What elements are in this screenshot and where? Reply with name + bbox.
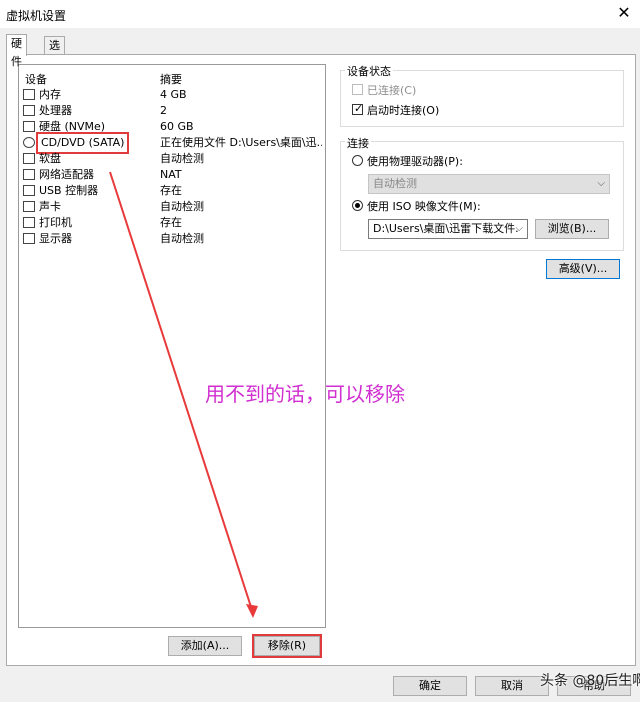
connection-label: 连接 bbox=[345, 135, 371, 151]
browse-button[interactable]: 浏览(B)... bbox=[535, 219, 609, 239]
device-name: 处理器 bbox=[39, 104, 72, 117]
window-title: 虚拟机设置 bbox=[6, 9, 67, 23]
hard-disk-icon bbox=[23, 121, 35, 132]
device-summary: 自动检测 bbox=[160, 200, 204, 213]
column-header-summary: 摘要 bbox=[160, 73, 182, 86]
device-summary: 4 GB bbox=[160, 88, 187, 101]
annotation-text: 用不到的话，可以移除 bbox=[205, 382, 405, 406]
connect-on-power-on-label: 启动时连接(O) bbox=[367, 104, 440, 117]
physical-drive-value: 自动检测 bbox=[373, 177, 417, 190]
device-summary: NAT bbox=[160, 168, 182, 181]
processor-icon bbox=[23, 105, 35, 116]
floppy-icon bbox=[23, 153, 35, 164]
iso-image-radio[interactable] bbox=[352, 200, 363, 211]
sound-card-icon bbox=[23, 201, 35, 212]
device-status-label: 设备状态 bbox=[345, 63, 393, 79]
add-device-button[interactable]: 添加(A)... bbox=[168, 636, 242, 656]
title-bar: 虚拟机设置 ✕ bbox=[0, 0, 640, 28]
device-name: CD/DVD (SATA) bbox=[35, 132, 130, 154]
device-row-memory[interactable]: 内存 4 GB bbox=[19, 87, 325, 103]
device-summary: 正在使用文件 D:\Users\桌面\迅... bbox=[160, 136, 322, 149]
chevron-down-icon: ⌵ bbox=[597, 178, 605, 189]
printer-icon bbox=[23, 217, 35, 228]
device-list[interactable]: 设备 摘要 内存 4 GB 处理器 2 硬盘 (NVMe) 60 GB CD/D… bbox=[18, 64, 326, 628]
device-row-display[interactable]: 显示器 自动检测 bbox=[19, 231, 325, 247]
chevron-down-icon: ⌵ bbox=[515, 223, 523, 234]
connected-checkbox[interactable] bbox=[352, 84, 363, 95]
device-summary: 存在 bbox=[160, 216, 182, 229]
iso-path-select[interactable]: D:\Users\桌面\迅雷下载文件. ⌵ bbox=[368, 219, 528, 239]
memory-icon bbox=[23, 89, 35, 100]
device-summary: 自动检测 bbox=[160, 152, 204, 165]
device-summary: 2 bbox=[160, 104, 167, 117]
iso-image-label: 使用 ISO 映像文件(M): bbox=[367, 200, 481, 213]
device-row-cd-dvd[interactable]: CD/DVD (SATA) 正在使用文件 D:\Users\桌面\迅... bbox=[19, 132, 325, 154]
physical-drive-radio[interactable] bbox=[352, 155, 363, 166]
device-row-processor[interactable]: 处理器 2 bbox=[19, 103, 325, 119]
column-header-device: 设备 bbox=[25, 73, 47, 86]
close-icon[interactable]: ✕ bbox=[614, 3, 634, 23]
device-row-usb-controller[interactable]: USB 控制器 存在 bbox=[19, 183, 325, 199]
advanced-button[interactable]: 高级(V)... bbox=[546, 259, 620, 279]
device-summary: 存在 bbox=[160, 184, 182, 197]
usb-controller-icon bbox=[23, 185, 35, 196]
device-row-printer[interactable]: 打印机 存在 bbox=[19, 215, 325, 231]
display-icon bbox=[23, 233, 35, 244]
physical-drive-select[interactable]: 自动检测 ⌵ bbox=[368, 174, 610, 194]
iso-path-value: D:\Users\桌面\迅雷下载文件. bbox=[373, 222, 519, 235]
device-row-floppy[interactable]: 软盘 自动检测 bbox=[19, 151, 325, 167]
device-row-hard-disk[interactable]: 硬盘 (NVMe) 60 GB bbox=[19, 119, 325, 135]
checkmark-icon: ✓ bbox=[354, 102, 364, 115]
cancel-button[interactable]: 取消 bbox=[475, 676, 549, 696]
ok-button[interactable]: 确定 bbox=[393, 676, 467, 696]
device-name: 硬盘 (NVMe) bbox=[39, 120, 106, 133]
connected-label: 已连接(C) bbox=[367, 84, 417, 97]
device-name: 内存 bbox=[39, 88, 61, 101]
device-summary: 自动检测 bbox=[160, 232, 204, 245]
device-name: USB 控制器 bbox=[39, 184, 99, 197]
radio-dot bbox=[355, 203, 360, 208]
connect-on-power-on-checkbox[interactable]: ✓ bbox=[352, 102, 364, 115]
remove-device-button[interactable]: 移除(R) bbox=[252, 634, 322, 658]
network-adapter-icon bbox=[23, 169, 35, 180]
device-name: 软盘 bbox=[39, 152, 61, 165]
device-row-sound-card[interactable]: 声卡 自动检测 bbox=[19, 199, 325, 215]
device-row-network-adapter[interactable]: 网络适配器 NAT bbox=[19, 167, 325, 183]
tab-options[interactable]: 选项 bbox=[44, 36, 65, 70]
device-name: 显示器 bbox=[39, 232, 72, 245]
device-name: 打印机 bbox=[39, 216, 72, 229]
physical-drive-label: 使用物理驱动器(P): bbox=[367, 155, 463, 168]
tab-hardware[interactable]: 硬件 bbox=[6, 34, 27, 68]
device-name: 网络适配器 bbox=[39, 168, 94, 181]
watermark: 头条 @80后生啊 bbox=[540, 673, 640, 689]
device-summary: 60 GB bbox=[160, 120, 194, 133]
device-name: 声卡 bbox=[39, 200, 61, 213]
cd-dvd-icon bbox=[23, 137, 35, 148]
